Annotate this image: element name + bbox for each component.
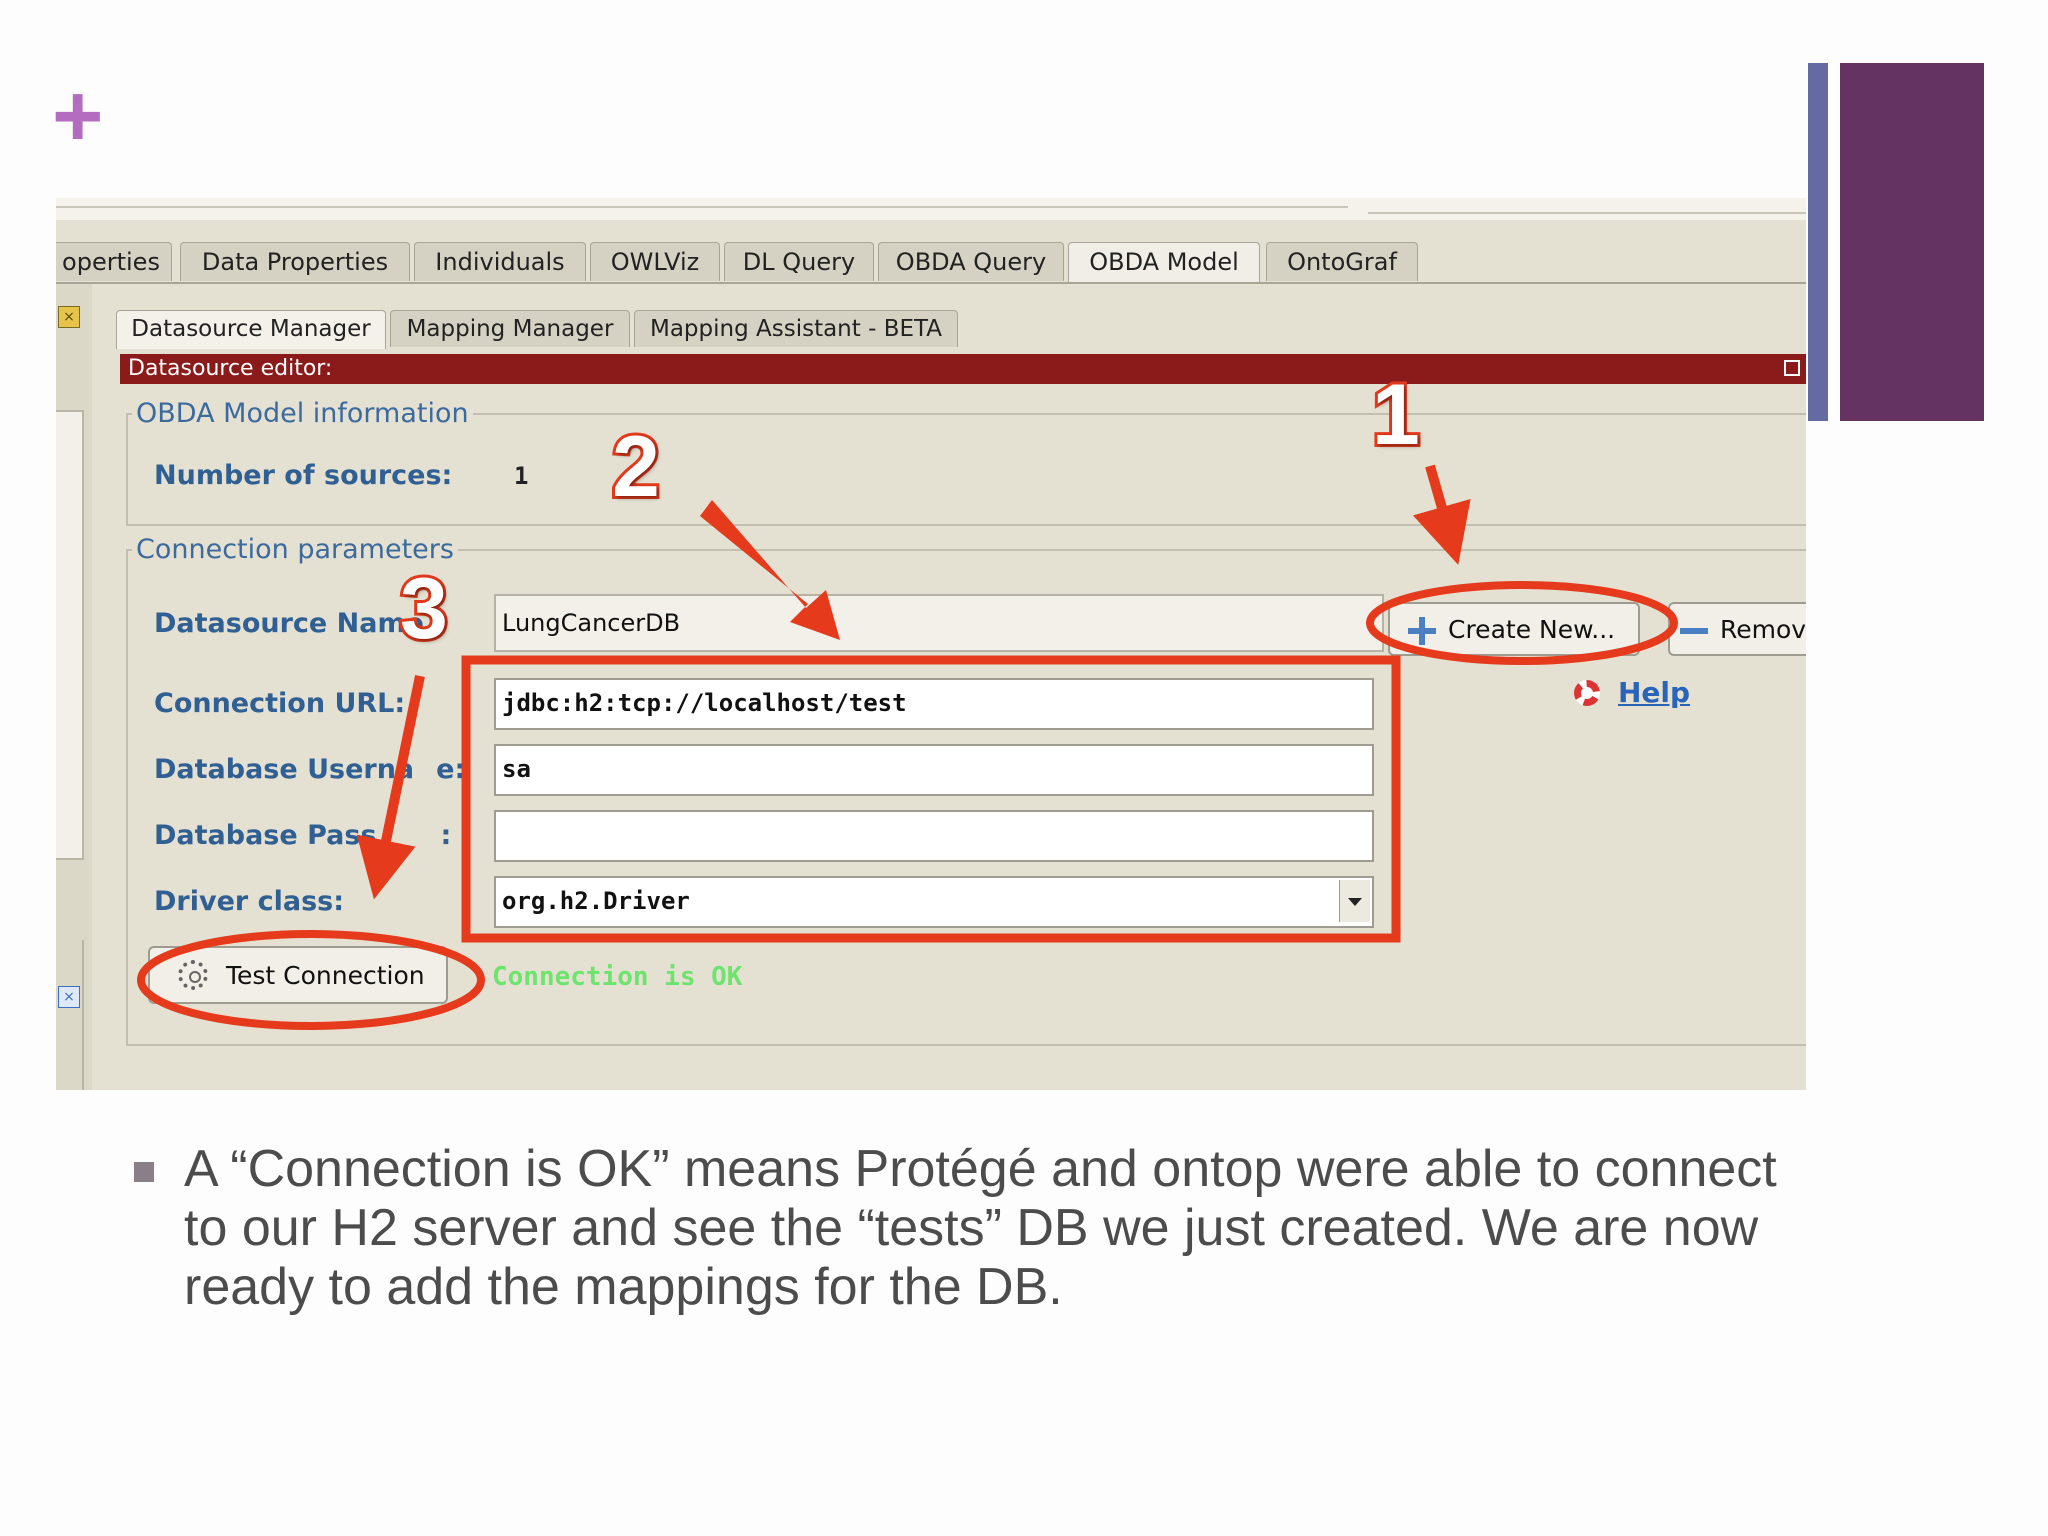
remove-label: Remov	[1720, 615, 1806, 644]
test-connection-label: Test Connection	[226, 961, 425, 990]
tab-ontograf[interactable]: OntoGraf	[1266, 242, 1418, 281]
create-new-label: Create New...	[1448, 615, 1616, 644]
tab-individuals[interactable]: Individuals	[414, 242, 586, 281]
tab-divider	[56, 282, 1806, 284]
driver-class-label: Driver class:	[154, 886, 345, 917]
tab-mapping-assistant[interactable]: Mapping Assistant - BETA	[634, 310, 958, 347]
help-link[interactable]: Help	[1618, 676, 1690, 709]
datasource-editor-header: Datasource editor:	[120, 354, 1806, 384]
main-tab-bar: operties Data Properties Individuals OWL…	[56, 242, 1806, 283]
database-username-label-tail: e:	[436, 754, 466, 785]
plus-icon	[1408, 617, 1436, 645]
close-panel-icon[interactable]: ×	[58, 986, 80, 1008]
chevron-down-icon[interactable]	[1339, 880, 1370, 922]
connection-status-text: Connection is OK	[492, 962, 743, 992]
number-of-sources-label: Number of sources:	[154, 460, 453, 491]
test-connection-button[interactable]: Test Connection	[148, 946, 448, 1004]
create-new-button[interactable]: Create New...	[1388, 602, 1640, 656]
tab-owlviz[interactable]: OWLViz	[590, 242, 720, 281]
minus-icon	[1680, 628, 1708, 634]
datasource-name-label: Datasource Name	[154, 608, 424, 639]
gear-icon	[178, 960, 208, 990]
datasource-name-value: LungCancerDB	[502, 609, 681, 637]
maximize-icon[interactable]	[1784, 360, 1800, 376]
annotation-number-3: 3	[397, 561, 451, 657]
database-username-label-text: Database Userna	[154, 754, 415, 785]
accent-bar-thick	[1840, 63, 1984, 421]
database-username-label: Database Userna e:	[154, 754, 465, 785]
tab-dl-query[interactable]: DL Query	[724, 242, 874, 281]
database-username-field[interactable]: sa	[494, 744, 1374, 796]
database-password-label: Database Pass:	[154, 820, 451, 851]
tab-data-properties[interactable]: Data Properties	[180, 242, 410, 281]
annotation-number-2: 2	[609, 419, 663, 515]
top-strip	[56, 198, 1806, 220]
tab-obda-query[interactable]: OBDA Query	[878, 242, 1064, 281]
database-password-field[interactable]	[494, 810, 1374, 862]
driver-class-value: org.h2.Driver	[502, 887, 690, 915]
annotation-number-1: 1	[1369, 367, 1423, 463]
driver-class-select[interactable]: org.h2.Driver	[494, 876, 1374, 928]
close-view-icon[interactable]: ×	[58, 306, 80, 328]
accent-bar-thin	[1808, 63, 1828, 421]
obda-model-info-legend: OBDA Model information	[136, 398, 469, 429]
tab-mapping-manager[interactable]: Mapping Manager	[390, 310, 630, 347]
datasource-name-combo[interactable]: LungCancerDB	[494, 594, 1384, 652]
slide-plus-icon: +	[52, 66, 104, 165]
bullet-marker	[134, 1162, 154, 1182]
database-password-label-text: Database Pass	[154, 820, 377, 851]
database-password-label-tail: :	[440, 820, 452, 851]
connection-url-field[interactable]: jdbc:h2:tcp://localhost/test	[494, 678, 1374, 730]
slide-body-text: A “Connection is OK” means Protégé and o…	[184, 1140, 1777, 1316]
help-lifebuoy-icon	[1574, 680, 1600, 706]
connection-url-label: Connection URL:	[154, 688, 406, 719]
tab-datasource-manager[interactable]: Datasource Manager	[116, 310, 386, 349]
number-of-sources-value: 1	[514, 462, 529, 490]
tab-object-properties[interactable]: operties	[56, 242, 172, 281]
tab-obda-model[interactable]: OBDA Model	[1068, 242, 1260, 283]
left-panel-frame-lower	[56, 940, 84, 1090]
left-panel-frame	[56, 410, 84, 860]
protege-screenshot: operties Data Properties Individuals OWL…	[56, 198, 1806, 1090]
remove-button[interactable]: Remov	[1668, 602, 1806, 656]
datasource-editor-title: Datasource editor:	[128, 356, 333, 381]
